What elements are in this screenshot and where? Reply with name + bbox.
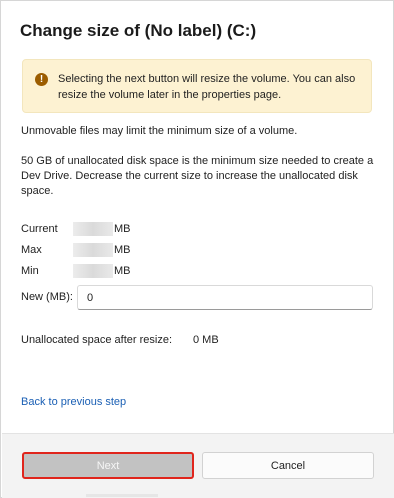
- current-size-unit: MB: [114, 223, 131, 235]
- max-size-label: Max: [21, 244, 42, 256]
- min-size-unit: MB: [114, 265, 131, 277]
- current-size-value-redacted: [73, 222, 113, 236]
- next-button[interactable]: Next: [22, 452, 194, 479]
- resize-dialog: Change size of (No label) (C:) ! Selecti…: [0, 0, 394, 498]
- min-size-value-redacted: [73, 264, 113, 278]
- max-size-value-redacted: [73, 243, 113, 257]
- warning-banner-text: Selecting the next button will resize th…: [58, 73, 356, 101]
- warning-icon: !: [35, 73, 48, 86]
- max-size-unit: MB: [114, 244, 131, 256]
- unmovable-files-note: Unmovable files may limit the minimum si…: [21, 125, 298, 137]
- new-size-label: New (MB):: [21, 291, 73, 303]
- dev-drive-note: 50 GB of unallocated disk space is the m…: [21, 155, 374, 197]
- min-size-label: Min: [21, 265, 39, 277]
- unallocated-space-value: 0 MB: [193, 334, 219, 346]
- warning-banner: ! Selecting the next button will resize …: [22, 59, 372, 113]
- dialog-footer: Next Cancel: [2, 433, 394, 498]
- new-size-input[interactable]: [77, 285, 373, 310]
- dialog-title: Change size of (No label) (C:): [20, 21, 257, 40]
- unallocated-space-label: Unallocated space after resize:: [21, 334, 173, 346]
- cancel-button[interactable]: Cancel: [202, 452, 374, 479]
- current-size-label: Current: [21, 223, 58, 235]
- back-to-previous-step-link[interactable]: Back to previous step: [21, 396, 126, 408]
- window-edge-shadow: [86, 494, 158, 497]
